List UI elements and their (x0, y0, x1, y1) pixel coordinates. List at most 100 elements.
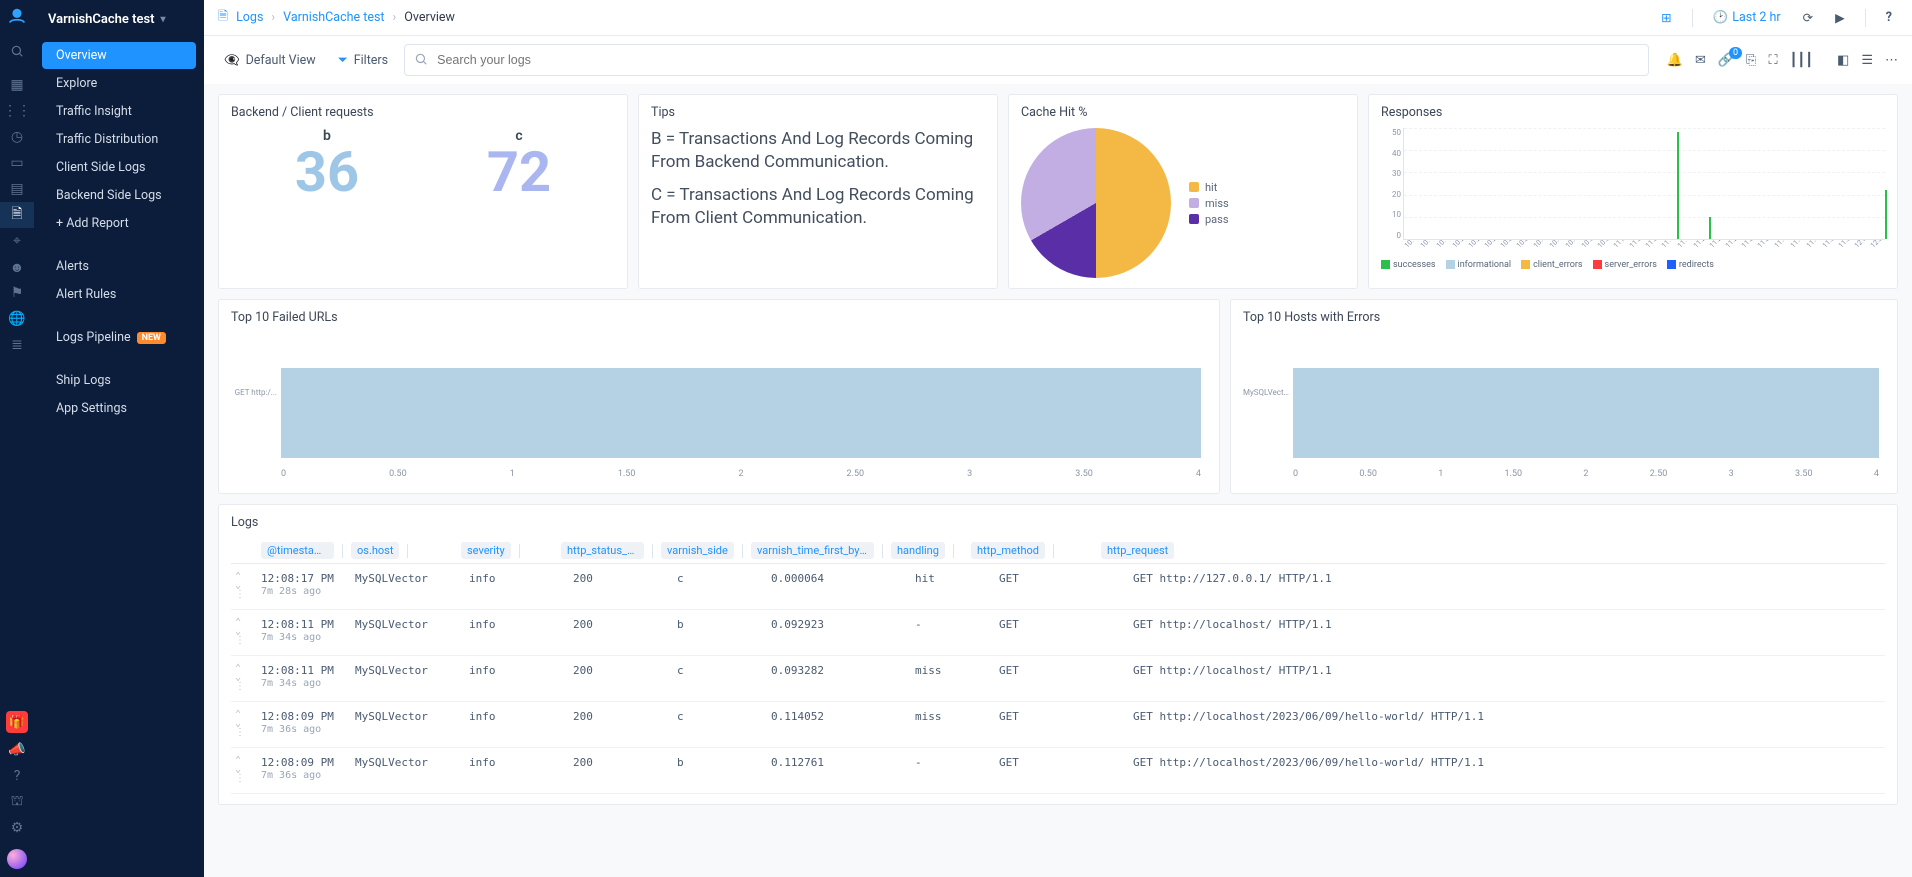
bell-icon[interactable]: 🔔 (1667, 53, 1683, 68)
bar-label: MySQLVecto... (1243, 388, 1289, 397)
layout-split-icon[interactable]: ◧ (1837, 53, 1849, 68)
main: 🗎 Logs › VarnishCache test › Overview ⊞ … (204, 0, 1912, 877)
sidebar-item-alerts[interactable]: Alerts (42, 253, 196, 280)
sidebar-item-traffic-distribution[interactable]: Traffic Distribution (42, 126, 196, 153)
fullscreen-icon[interactable]: ⛶ (1768, 53, 1777, 68)
sidebar-item-alert-rules[interactable]: Alert Rules (42, 281, 196, 308)
panel-title: Top 10 Hosts with Errors (1243, 310, 1885, 325)
mail-icon[interactable]: ✉ (1695, 53, 1706, 68)
view-icon: 👁️‍🗨️ (224, 53, 240, 68)
sidebar: VarnishCache test ▾ OverviewExploreTraff… (34, 0, 204, 877)
rail-target-icon[interactable]: ⌖ (0, 228, 34, 254)
default-view-button[interactable]: 👁️‍🗨️ Default View (218, 49, 322, 72)
linked-queries-icon[interactable]: 🔗0 (1718, 53, 1734, 68)
barcode-icon[interactable]: ┃┃┃ (1790, 53, 1813, 68)
breadcrumb-link[interactable]: Logs (236, 10, 263, 25)
log-column-severity[interactable]: severity (461, 542, 511, 559)
log-column-varnish-time-first-byte[interactable]: varnish_time_first_byte (751, 542, 874, 559)
log-column-handling[interactable]: handling (891, 542, 945, 559)
sidebar-item-explore[interactable]: Explore (42, 70, 196, 97)
cache-legend: hitmisspass (1189, 178, 1229, 229)
bar-label: GET http:/... (231, 388, 277, 397)
log-row[interactable]: ⌃⌄⋮12:08:11 PMMySQLVectorinfo200c0.09328… (231, 656, 1885, 702)
grid-view-icon[interactable]: ⊞ (1655, 6, 1677, 30)
workspace-switcher[interactable]: VarnishCache test ▾ (34, 6, 204, 41)
sidebar-item-backend-side-logs[interactable]: Backend Side Logs (42, 182, 196, 209)
avatar[interactable] (7, 849, 27, 869)
tips-line: C = Transactions And Log Records Coming … (651, 184, 985, 230)
rail-clock-icon[interactable]: ◷ (0, 124, 34, 150)
log-column-os-host[interactable]: os.host (351, 542, 399, 559)
rail-box-icon[interactable]: ▭ (0, 150, 34, 176)
export-icon[interactable]: ⎘ (1746, 53, 1756, 68)
panel-title: Top 10 Failed URLs (231, 310, 1207, 325)
clock-icon: 🕑 (1713, 10, 1729, 25)
sidebar-item-client-side-logs[interactable]: Client Side Logs (42, 154, 196, 181)
panel-title: Responses (1381, 105, 1885, 120)
legend-item: pass (1189, 213, 1229, 226)
count-b-value: 36 (295, 144, 359, 200)
sidebar-item-logs-pipeline[interactable]: Logs Pipeline NEW (42, 324, 196, 351)
legend-item: informational (1446, 260, 1512, 270)
search-icon[interactable] (0, 38, 34, 64)
gift-icon[interactable]: 🎁 (6, 711, 28, 733)
sidebar-item-traffic-insight[interactable]: Traffic Insight (42, 98, 196, 125)
megaphone-icon[interactable]: 📣 (0, 737, 34, 763)
layout-list-icon[interactable]: ☰ (1861, 53, 1873, 68)
panel-title: Backend / Client requests (231, 105, 615, 120)
log-column-varnish-side[interactable]: varnish_side (661, 542, 734, 559)
responses-chart: 50403020100 10:10 AM10:12 AM10:16 AM10:2… (1381, 128, 1885, 258)
filter-icon: ⏷ (338, 53, 348, 68)
sidebar-item--add-report[interactable]: + Add Report (42, 210, 196, 237)
search-input[interactable] (404, 44, 1649, 76)
log-row[interactable]: ⌃⌄⋮12:08:17 PMMySQLVectorinfo200c0.00006… (231, 564, 1885, 610)
rail-stack-icon[interactable]: ≣ (0, 332, 34, 358)
rail-chart-icon[interactable]: ▤ (0, 176, 34, 202)
icon-rail: ▦ ⋮⋮ ◷ ▭ ▤ 🗎 ⌖ ☻ ⚑ 🌐 ≣ 🎁 📣 ? ⛫ ⚙ (0, 0, 34, 877)
log-row[interactable]: ⌃⌄⋮12:08:11 PMMySQLVectorinfo200b0.09292… (231, 610, 1885, 656)
panel-logs: Logs @timestampos.hostseverityhttp_statu… (218, 504, 1898, 805)
time-range-picker[interactable]: 🕑 Last 2 hr (1707, 6, 1787, 29)
row-handle[interactable]: ⌃⌄⋮ (235, 572, 245, 599)
product-logo (6, 6, 28, 28)
team-icon[interactable]: ⛫ (0, 789, 34, 815)
breadcrumb-link[interactable]: VarnishCache test (283, 10, 384, 25)
log-column-http-request[interactable]: http_request (1101, 542, 1174, 559)
row-handle[interactable]: ⌃⌄⋮ (235, 618, 245, 645)
search-icon (414, 52, 428, 66)
play-icon[interactable]: ▶ (1829, 6, 1851, 30)
log-column-http-method[interactable]: http_method (971, 542, 1045, 559)
row-handle[interactable]: ⌃⌄⋮ (235, 710, 245, 737)
logs-header: @timestamp os.host severity http_status_co.… (231, 538, 1885, 564)
panel-cache-hit: Cache Hit % hitmisspass (1008, 94, 1358, 289)
cache-pie-chart (1021, 128, 1171, 278)
row-handle[interactable]: ⌃⌄⋮ (235, 756, 245, 783)
log-row[interactable]: ⌃⌄⋮12:08:09 PMMySQLVectorinfo200b0.11276… (231, 748, 1885, 794)
logs-body: ⌃⌄⋮12:08:17 PMMySQLVectorinfo200c0.00006… (231, 564, 1885, 794)
log-row[interactable]: ⌃⌄⋮12:08:09 PMMySQLVectorinfo200c0.11405… (231, 702, 1885, 748)
failed-urls-chart: GET http:/... 00.5011.5022.5033.504 (231, 333, 1207, 483)
more-icon[interactable]: ⋯ (1885, 53, 1898, 68)
log-column--timestamp[interactable]: @timestamp (261, 542, 334, 559)
sidebar-item-app-settings[interactable]: App Settings (42, 395, 196, 422)
panel-responses: Responses 50403020100 10:10 AM10:12 AM10… (1368, 94, 1898, 289)
rail-globe-icon[interactable]: 🌐 (0, 306, 34, 332)
sidebar-item-ship-logs[interactable]: Ship Logs (42, 367, 196, 394)
rail-face-icon[interactable]: ☻ (0, 254, 34, 280)
new-badge: NEW (137, 332, 166, 344)
refresh-icon[interactable]: ⟳ (1797, 6, 1819, 30)
log-column-http-status-co-[interactable]: http_status_co... (561, 542, 644, 559)
filters-button[interactable]: ⏷ Filters (332, 49, 394, 72)
file-icon: 🗎 (218, 7, 228, 28)
help-icon[interactable]: ? (0, 763, 34, 789)
rail-apps-icon[interactable]: ⋮⋮ (0, 98, 34, 124)
settings-icon[interactable]: ⚙ (0, 815, 34, 841)
row-handle[interactable]: ⌃⌄⋮ (235, 664, 245, 691)
sidebar-item-overview[interactable]: Overview (42, 42, 196, 69)
rail-flag-icon[interactable]: ⚑ (0, 280, 34, 306)
content: Backend / Client requests b 36 c 72 Tips (204, 84, 1912, 877)
rail-dashboard-icon[interactable]: ▦ (0, 72, 34, 98)
help-top-icon[interactable]: ? (1880, 6, 1898, 29)
legend-item: successes (1381, 260, 1436, 270)
rail-logs-icon[interactable]: 🗎 (0, 202, 34, 228)
